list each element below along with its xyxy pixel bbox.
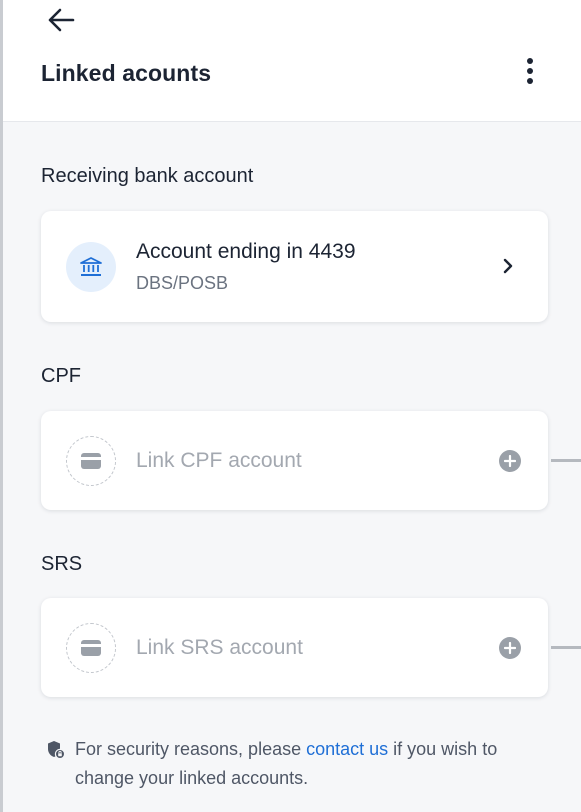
link-srs-label: Link SRS account — [136, 636, 303, 659]
back-button[interactable] — [43, 4, 79, 36]
section-title-srs: SRS — [41, 553, 83, 575]
arrow-left-icon — [48, 8, 75, 32]
link-cpf-card[interactable]: Link CPF account — [41, 411, 548, 510]
shield-lock-icon — [48, 741, 65, 760]
notice-prefix: For security reasons, please — [75, 739, 307, 759]
link-srs-card[interactable]: Link SRS account — [41, 598, 548, 697]
link-cpf-label: Link CPF account — [136, 449, 302, 472]
contact-us-link[interactable]: contact us — [306, 739, 388, 759]
bank-account-card[interactable]: Account ending in 4439 DBS/POSB — [41, 211, 548, 322]
more-vertical-icon — [527, 58, 533, 84]
app-header: Linked acounts — [3, 0, 581, 122]
plus-circle-icon[interactable] — [499, 450, 521, 472]
bank-account-title: Account ending in 4439 — [136, 240, 356, 263]
edge-connector-line — [551, 646, 581, 649]
more-options-button[interactable] — [515, 54, 545, 88]
section-title-cpf: CPF — [41, 365, 81, 387]
bank-icon — [80, 257, 102, 276]
card-icon — [81, 453, 101, 469]
edge-connector-line — [551, 459, 581, 462]
cpf-card-icon-badge — [66, 436, 116, 486]
card-icon — [81, 640, 101, 656]
chevron-right-icon — [496, 254, 520, 278]
page-title: Linked acounts — [41, 60, 212, 86]
plus-circle-icon[interactable] — [499, 637, 521, 659]
section-title-bank: Receiving bank account — [41, 165, 254, 187]
bank-account-subtitle: DBS/POSB — [136, 273, 229, 293]
security-notice: For security reasons, please contact us … — [75, 735, 545, 793]
srs-card-icon-badge — [66, 623, 116, 673]
bank-icon-badge — [66, 242, 116, 292]
